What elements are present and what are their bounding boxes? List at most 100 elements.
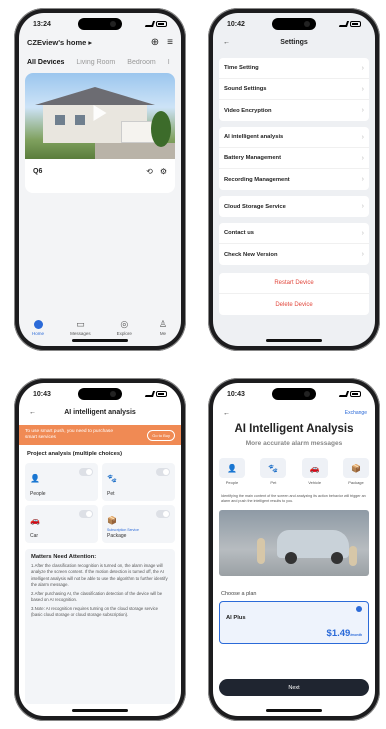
play-icon[interactable] [93,104,107,121]
settings-row-label: Battery Management [224,155,282,161]
settings-row-ai[interactable]: AI intelligent analysis › [219,127,369,148]
tab-messages[interactable]: ▭ Messages [70,319,91,337]
attention-item: 2.After purchasing AI, the classificatio… [31,590,163,603]
history-icon[interactable]: ⟲ [146,167,153,176]
tab-me[interactable]: ♙ Me [158,318,168,337]
tab-explore[interactable]: ◎ Explore [117,318,132,337]
option-label: Car [30,533,39,539]
settings-row-version[interactable]: Check New Version › [219,244,369,265]
battery-icon [350,391,361,397]
home-header: CZEview's home ▸ ⊕ ≡ [19,37,181,48]
signal-icon [144,391,156,397]
tab-living-room[interactable]: Living Room [76,59,115,66]
feature-people: 👤 People [219,458,245,485]
status-time: 13:24 [33,20,51,28]
tab-bedroom[interactable]: Bedroom [127,59,155,66]
status-icons [338,21,361,27]
tab-all-devices[interactable]: All Devices [27,59,64,66]
home-indicator [72,339,128,342]
menu-icon[interactable]: ≡ [167,37,173,48]
option-package[interactable]: 📦 Subscription Service Package [102,505,175,543]
bottom-tab-bar: Home ▭ Messages ◎ Explore ♙ Me [19,318,181,337]
user-icon: ♙ [158,318,167,329]
detection-icons: 👤 People 🐾 Pet 🚗 Vehicle 📦 Package [219,458,369,485]
settings-row-time[interactable]: Time Setting › [219,58,369,79]
chevron-right-icon: › [361,133,364,141]
header-icons: ⊕ ≡ [151,37,173,48]
option-people[interactable]: 👤 People [25,463,98,501]
compass-icon: ◎ [120,318,129,329]
settings-row-label: AI intelligent analysis [224,134,284,140]
go-to-buy-button[interactable]: Go to Buy [147,429,175,441]
settings-row-battery[interactable]: Battery Management › [219,148,369,169]
next-button[interactable]: Next [219,679,369,696]
signal-icon [144,21,156,27]
home-indicator [266,709,322,712]
feature-label: Pet [270,480,277,485]
tab-home[interactable]: Home [32,319,44,336]
status-icons [338,391,361,397]
signal-icon [338,391,350,397]
analysis-options: 👤 People 🐾 Pet 🚗 Car 📦 Subscription Service P… [25,463,175,543]
option-label: Package [107,533,127,539]
package-toggle[interactable] [156,510,170,518]
person-icon: 👤 [219,458,245,478]
settings-group-device: AI intelligent analysis › Battery Managem… [219,127,369,190]
plan-period: /month [350,633,362,637]
settings-row-recording[interactable]: Recording Management › [219,169,369,190]
settings-row-label: Video Encryption [224,107,272,114]
plan-card-ai-plus[interactable]: AI Plus $1.49/month [219,601,369,644]
delete-device-button[interactable]: Delete Device [219,294,369,315]
settings-row-encryption[interactable]: Video Encryption › [219,100,369,121]
tab-more[interactable]: I [168,59,170,66]
status-time: 10:42 [227,20,245,28]
house-window [55,115,65,125]
settings-row-cloud[interactable]: Cloud Storage Service › [219,196,369,217]
battery-icon [350,21,361,27]
page-title: AI Intelligent Analysis [234,423,354,435]
demo-wheel [285,552,297,564]
car-toggle[interactable] [79,510,93,518]
back-arrow-icon[interactable]: ← [223,39,230,46]
demo-wheel [331,552,343,564]
choose-plan-label: Choose a plan [221,591,257,597]
demo-person [257,538,265,564]
home-indicator [72,709,128,712]
dynamic-island [78,388,122,400]
room-tabs: All Devices Living Room Bedroom I [27,59,181,66]
phone-frame-ai-settings: 10:43 ← AI intelligent analysis To use s… [14,378,186,721]
back-arrow-icon[interactable]: ← [223,410,230,417]
feature-label: People [225,480,239,485]
home-selector[interactable]: CZEview's home ▸ [27,38,92,47]
option-car[interactable]: 🚗 Car [25,505,98,543]
settings-nav: ← Settings [213,39,375,46]
camera-card[interactable]: Q6 ⟲ ⚙ [25,73,175,193]
exchange-link[interactable]: Exchange [345,410,367,416]
package-icon: 📦 [342,458,369,478]
settings-group-danger: Restart Device Delete Device [219,273,369,315]
option-pet[interactable]: 🐾 Pet [102,463,175,501]
status-time: 10:43 [227,390,245,398]
settings-row-label: Check New Version [224,251,278,258]
pet-toggle[interactable] [156,468,170,476]
dynamic-island [272,18,316,30]
chevron-right-icon: › [361,203,364,210]
people-toggle[interactable] [79,468,93,476]
dynamic-island [272,388,316,400]
settings-row-sound[interactable]: Sound Settings › [219,79,369,100]
settings-icon[interactable]: ⚙ [160,167,167,176]
plus-icon[interactable]: ⊕ [151,37,159,48]
feature-description: Identifying the main content of the scre… [221,494,366,504]
status-icons [144,21,167,27]
chevron-right-icon: › [361,64,364,72]
phone-frame-ai-purchase: 10:43 ← Exchange AI Intelligent Analysis… [208,378,380,721]
settings-row-contact[interactable]: Contact us › [219,223,369,244]
restart-device-button[interactable]: Restart Device [219,273,369,294]
back-arrow-icon[interactable]: ← [29,409,36,416]
ai-purchase-screen: 10:43 ← Exchange AI Intelligent Analysis… [213,383,375,716]
section-title: Project analysis (multiple choices) [27,451,123,457]
camera-thumbnail[interactable] [25,73,175,159]
settings-group-support: Contact us › Check New Version › [219,223,369,265]
feature-package: 📦 Package [342,458,369,485]
settings-row-label: Recording Management [224,176,290,183]
